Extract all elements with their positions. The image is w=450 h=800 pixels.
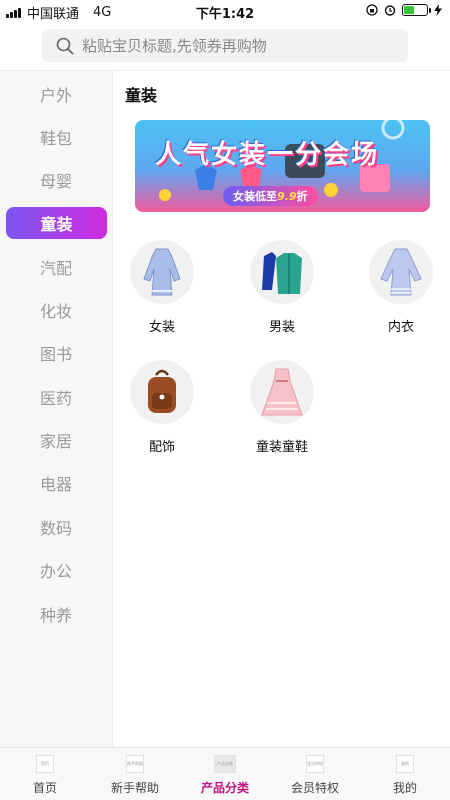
- dress-icon: [130, 240, 194, 304]
- category-women[interactable]: 女装: [112, 240, 212, 335]
- jacket-icon: [250, 240, 314, 304]
- nav-label: 产品分类: [200, 781, 249, 795]
- nav-label: 我的: [392, 781, 417, 795]
- promo-banner[interactable]: 人气女装一分会场 女装低至9.9折: [135, 120, 430, 212]
- nav-help[interactable]: 新手帮助 新手帮助: [90, 748, 180, 800]
- nav-label: 会员特权: [290, 781, 339, 795]
- carrier-name: 中国联通: [27, 6, 80, 22]
- category-label: 配饰: [148, 440, 175, 455]
- blouse-icon: [369, 240, 433, 304]
- search-icon: [56, 37, 74, 54]
- sidebar-item-outdoor[interactable]: 户外: [0, 78, 112, 110]
- alarm-icon: [384, 5, 396, 16]
- category-label: 男装: [268, 320, 295, 335]
- sidebar-item-bags[interactable]: 鞋包: [0, 121, 112, 153]
- sidebar-item-office[interactable]: 办公: [0, 554, 112, 586]
- nav-membership[interactable]: 会员特权 会员特权: [270, 748, 360, 800]
- sidebar-item-appliances[interactable]: 电器: [0, 467, 112, 499]
- category-men[interactable]: 男装: [232, 240, 332, 335]
- nav-categories[interactable]: 产品分类 产品分类: [180, 748, 270, 800]
- category-kids-shoes[interactable]: 童装童鞋: [232, 360, 332, 455]
- category-label: 内衣: [387, 320, 414, 335]
- sidebar-item-home[interactable]: 家居: [0, 424, 112, 456]
- sidebar-item-digital[interactable]: 数码: [0, 511, 112, 543]
- search-placeholder: 粘贴宝贝标题,先领券再购物: [82, 37, 267, 55]
- category-label: 童装童鞋: [255, 440, 308, 455]
- banner-sub-prefix: 女装低至: [233, 190, 277, 203]
- charging-icon: [434, 4, 442, 16]
- banner-sub-suffix: 折: [296, 190, 308, 203]
- signal-icon: [6, 7, 21, 18]
- section-title: 童装: [125, 86, 158, 105]
- category-sidebar: 户外 鞋包 母婴 童装 汽配 化妆 图书 医药 家居 电器 数码 办公 种养: [0, 71, 113, 747]
- membership-icon: 会员特权: [306, 755, 324, 773]
- nav-home[interactable]: 首页 首页: [0, 748, 90, 800]
- banner-subtitle: 女装低至9.9折: [223, 186, 318, 206]
- category-accessories[interactable]: 配饰: [112, 360, 212, 455]
- categories-icon: 产品分类: [214, 755, 236, 773]
- banner-headline: 人气女装一分会场: [155, 140, 380, 170]
- category-underwear[interactable]: 内衣: [351, 240, 450, 335]
- battery-icon: [402, 4, 431, 16]
- sidebar-item-makeup[interactable]: 化妆: [0, 294, 112, 326]
- banner-sub-value: 9.9: [277, 190, 297, 203]
- rotation-lock-icon: [366, 4, 378, 16]
- help-icon: 新手帮助: [126, 755, 144, 773]
- home-icon: 首页: [36, 755, 54, 773]
- sidebar-item-kids[interactable]: 童装: [6, 207, 107, 239]
- nav-label: 首页: [32, 781, 57, 795]
- nav-profile[interactable]: 我的 我的: [360, 748, 450, 800]
- bottom-navigation: 首页 首页 新手帮助 新手帮助 产品分类 产品分类 会员特权 会员特权 我的 我…: [0, 747, 450, 800]
- sidebar-item-baby[interactable]: 母婴: [0, 164, 112, 196]
- kids-dress-icon: [250, 360, 314, 424]
- sidebar-item-gardening[interactable]: 种养: [0, 598, 112, 630]
- profile-icon: 我的: [396, 755, 414, 773]
- search-input[interactable]: 粘贴宝贝标题,先领券再购物: [42, 29, 408, 62]
- nav-label: 新手帮助: [110, 781, 159, 795]
- category-label: 女装: [148, 320, 175, 335]
- sidebar-item-auto[interactable]: 汽配: [0, 251, 112, 283]
- sidebar-item-medicine[interactable]: 医药: [0, 381, 112, 413]
- backpack-icon: [130, 360, 194, 424]
- network-type: 4G: [93, 4, 112, 20]
- status-bar: 中国联通 4G 下午1:42: [0, 0, 450, 24]
- sidebar-item-books[interactable]: 图书: [0, 337, 112, 369]
